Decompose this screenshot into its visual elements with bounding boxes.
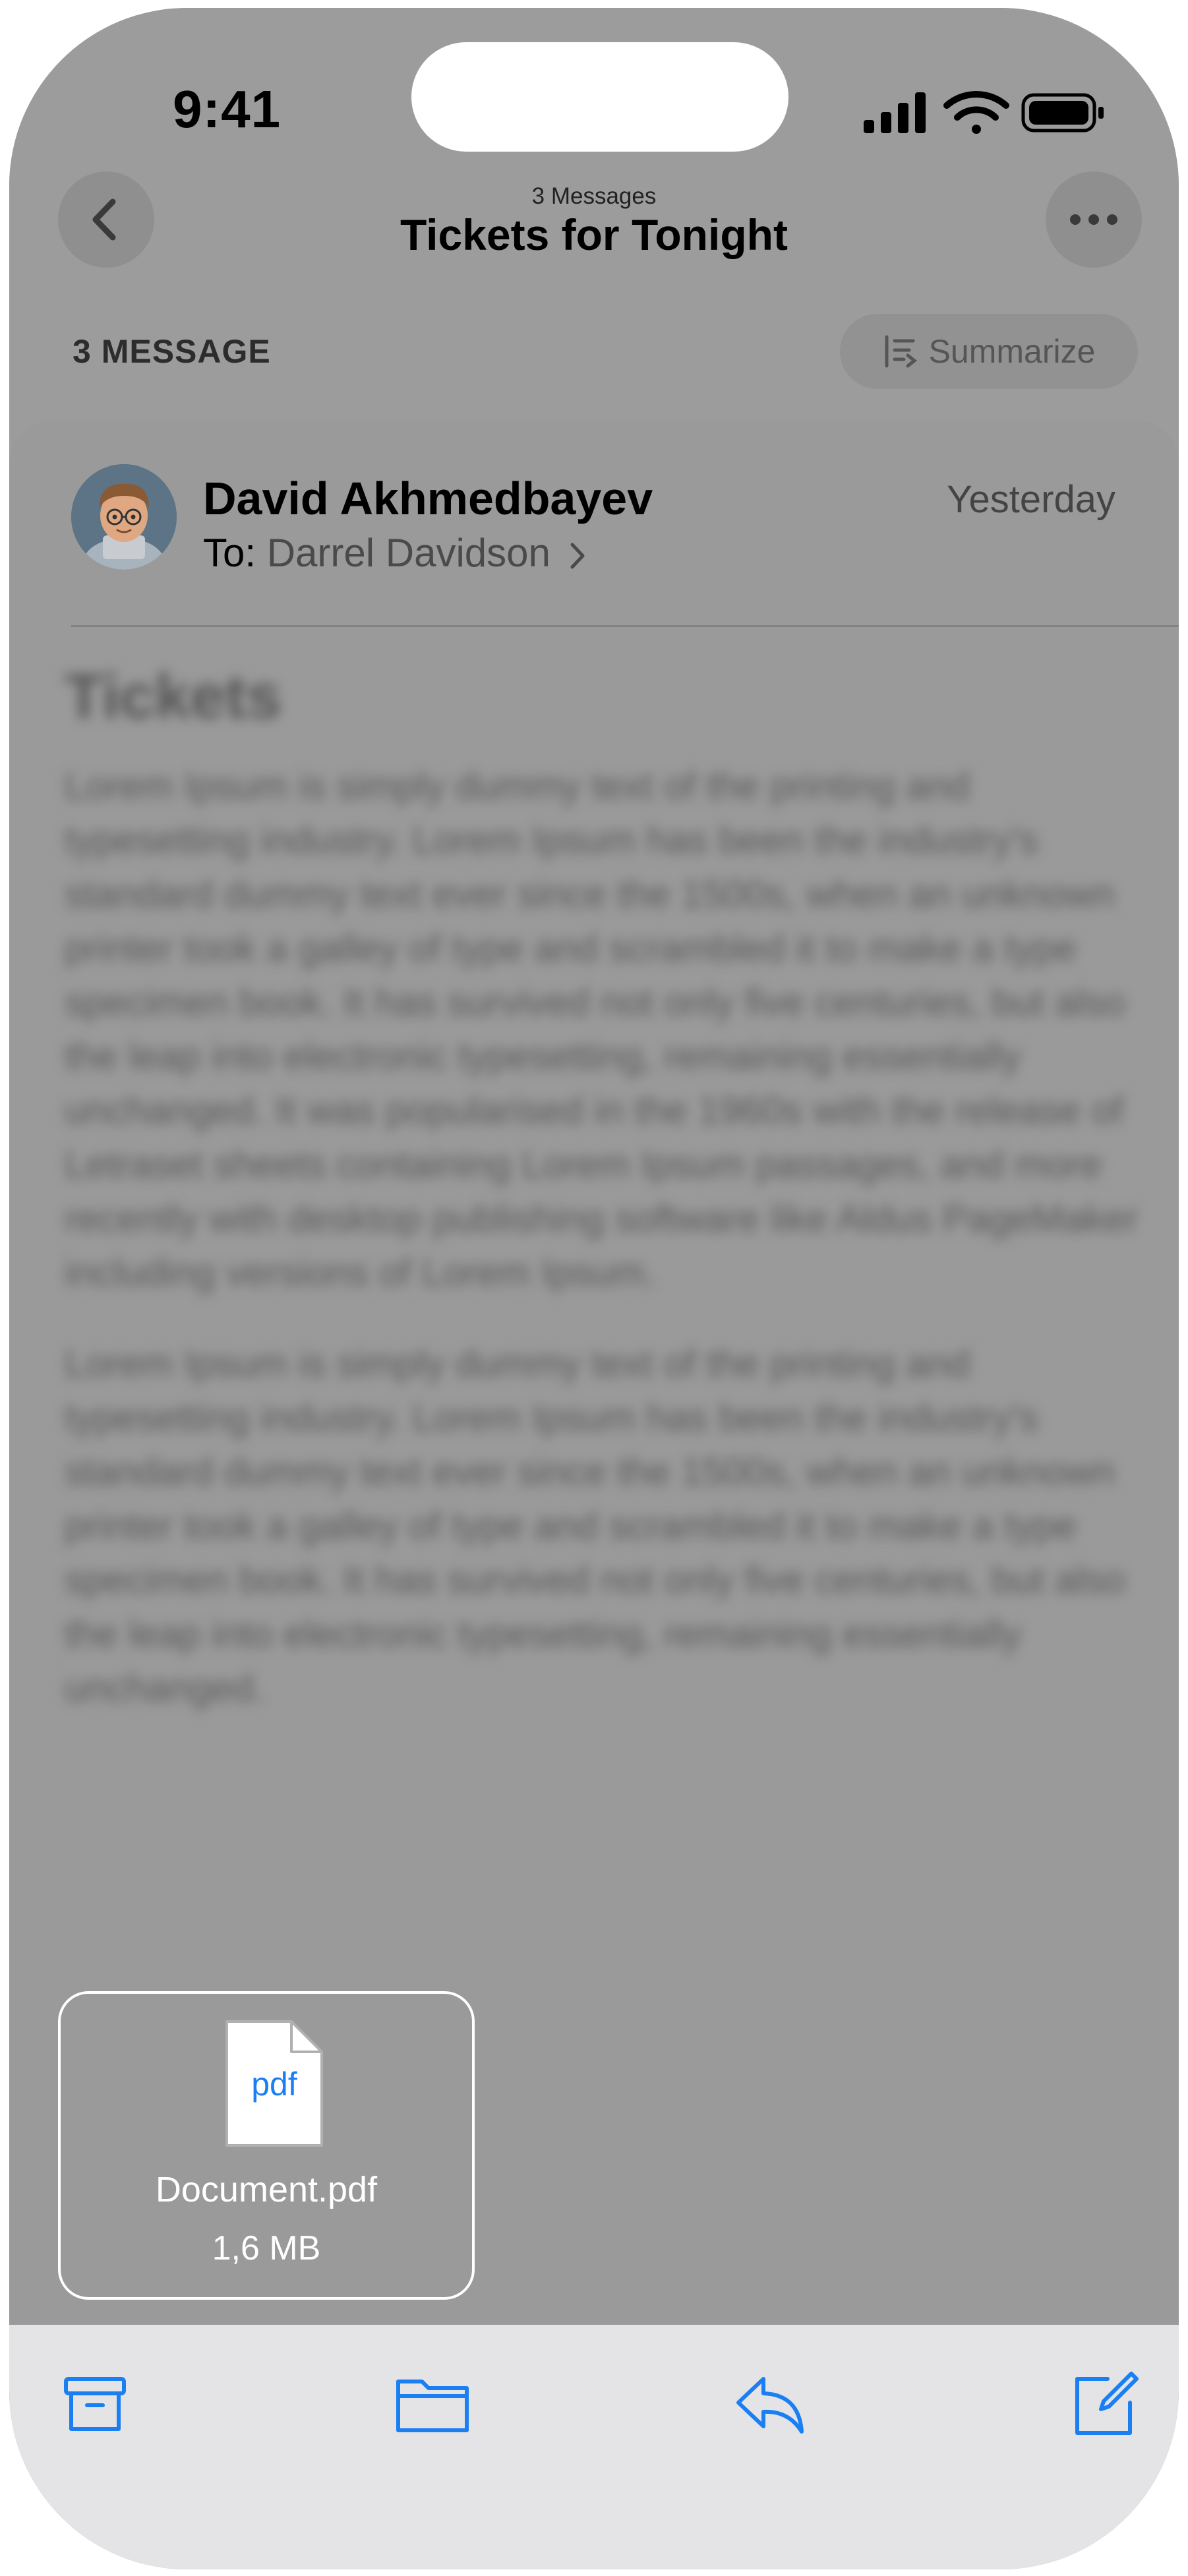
status-icons — [850, 86, 1114, 138]
summarize-label: Summarize — [928, 333, 1096, 370]
message-count-subtitle: 3 Messages — [531, 183, 657, 209]
compose-icon — [1075, 2372, 1139, 2435]
message-date: Yesterday — [947, 478, 1115, 521]
summarize-icon — [885, 335, 917, 368]
message-count-label: 3 MESSAGE — [73, 333, 271, 370]
status-time: 9:41 — [173, 80, 282, 138]
attachment-tile[interactable]: pdf Document.pdf 1,6 MB — [58, 1991, 475, 2300]
message-paragraph: Lorem Ipsum is simply dummy text of the … — [65, 765, 1139, 1294]
move-to-folder-button[interactable] — [394, 2370, 471, 2441]
ellipsis-icon — [1070, 214, 1117, 225]
message-body: Tickets Lorem Ipsum is simply dummy text… — [65, 661, 1146, 1752]
battery-icon — [1021, 93, 1104, 133]
to-prefix: To: — [203, 531, 256, 575]
pdf-icon-label: pdf — [251, 2066, 297, 2103]
reply-icon — [736, 2377, 804, 2434]
avatar[interactable] — [71, 464, 177, 570]
dynamic-island — [411, 42, 788, 152]
page-title: Tickets for Tonight — [400, 210, 788, 259]
recipient-line[interactable]: To: Darrel Davidson — [203, 530, 587, 576]
compose-button[interactable] — [1071, 2370, 1139, 2441]
memoji-avatar-icon — [71, 464, 177, 570]
cellular-signal-icon — [864, 92, 926, 133]
attachment-size: 1,6 MB — [212, 2229, 321, 2267]
folder-icon — [396, 2380, 469, 2432]
archive-icon — [64, 2377, 126, 2431]
chevron-right-icon — [570, 543, 585, 569]
summarize-button[interactable]: Summarize — [840, 314, 1138, 389]
reply-button[interactable] — [732, 2370, 808, 2441]
more-button[interactable] — [1046, 171, 1142, 268]
divider — [71, 625, 1179, 627]
recipient-name: Darrel Davidson — [266, 531, 550, 575]
archive-button[interactable] — [61, 2370, 129, 2441]
message-paragraph: Lorem Ipsum is simply dummy text of the … — [65, 1342, 1125, 1710]
phone-screen: 9:41 3 Messages Tickets for Tonight 3 ME… — [9, 8, 1179, 2569]
bottom-toolbar — [9, 2325, 1179, 2569]
sender-name[interactable]: David Akhmedbayev — [203, 472, 653, 525]
message-body-title: Tickets — [65, 661, 282, 732]
pdf-file-icon: pdf — [225, 2020, 323, 2147]
attachment-name: Document.pdf — [155, 2170, 378, 2209]
wifi-icon — [943, 91, 1009, 134]
